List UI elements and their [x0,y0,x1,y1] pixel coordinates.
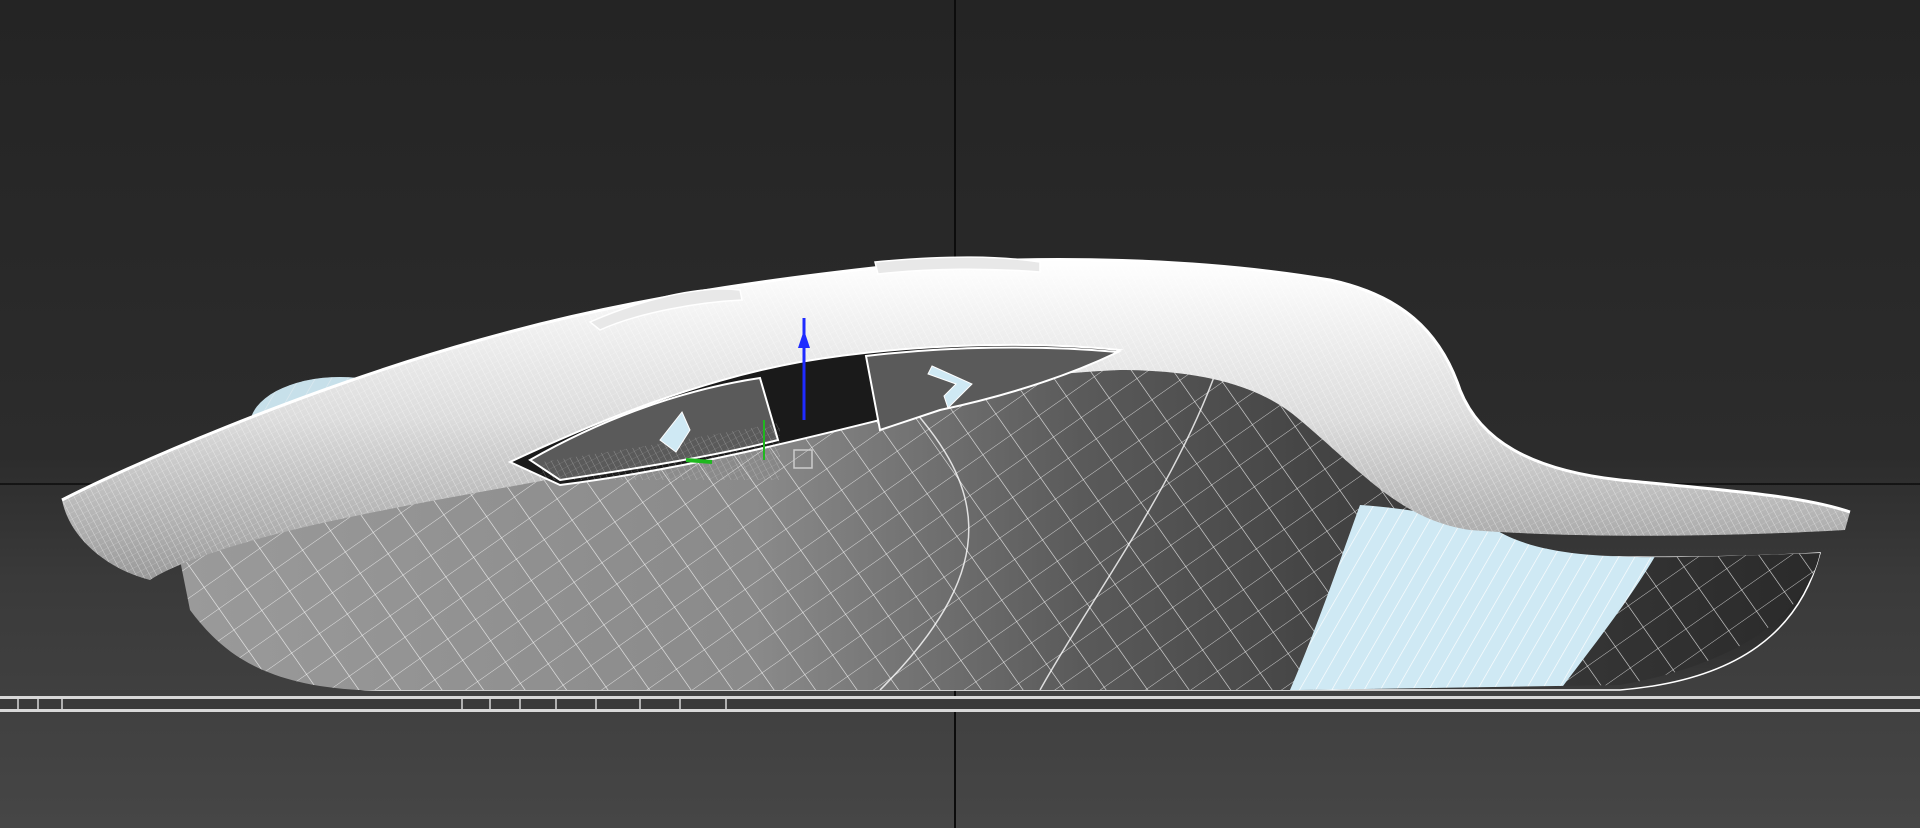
viewport-canvas[interactable] [0,0,1920,828]
mouse-model[interactable] [40,240,1880,710]
3d-viewport[interactable] [0,0,1920,828]
gizmo-y-axis [685,458,713,464]
ground-plane [0,696,1920,712]
